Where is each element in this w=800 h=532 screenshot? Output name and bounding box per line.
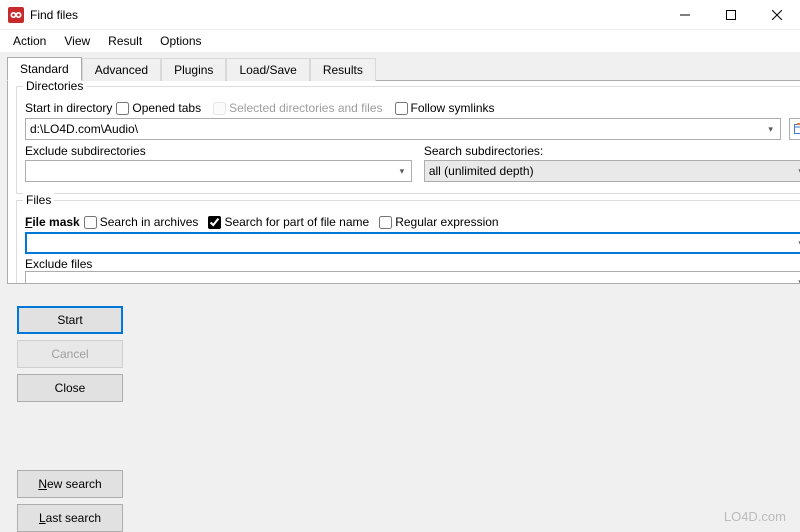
start-in-directory-label: Start in directory bbox=[25, 101, 112, 115]
start-directory-combo[interactable]: ▾ bbox=[25, 118, 781, 140]
cancel-button: Cancel bbox=[17, 340, 123, 368]
follow-symlinks-checkbox[interactable]: Follow symlinks bbox=[395, 101, 495, 115]
exclude-subdirs-input[interactable] bbox=[26, 161, 393, 181]
exclude-files-label: Exclude files bbox=[25, 257, 92, 271]
group-directories-label: Directories bbox=[23, 80, 86, 93]
group-directories: Directories Start in directory Opened ta… bbox=[16, 86, 800, 194]
menu-result[interactable]: Result bbox=[101, 32, 149, 50]
selected-dirs-checkbox: Selected directories and files bbox=[213, 101, 382, 115]
menu-view[interactable]: View bbox=[57, 32, 97, 50]
chevron-down-icon[interactable]: ▾ bbox=[792, 277, 800, 285]
file-mask-label: File mask bbox=[25, 215, 80, 229]
window-title: Find files bbox=[30, 8, 78, 22]
tab-plugins[interactable]: Plugins bbox=[161, 58, 226, 81]
last-search-button[interactable]: Last search bbox=[17, 504, 123, 532]
minimize-button[interactable] bbox=[662, 0, 708, 30]
new-search-button[interactable]: New search bbox=[17, 470, 123, 498]
menu-action[interactable]: Action bbox=[6, 32, 53, 50]
menu-options[interactable]: Options bbox=[153, 32, 208, 50]
app-icon bbox=[8, 7, 24, 23]
search-subdirs-label: Search subdirectories: bbox=[424, 144, 800, 158]
chevron-down-icon[interactable]: ▾ bbox=[792, 166, 800, 177]
side-panel: Start Cancel Close New search Last searc… bbox=[7, 284, 135, 532]
chevron-down-icon[interactable]: ▾ bbox=[792, 238, 800, 249]
start-directory-input[interactable] bbox=[26, 119, 762, 139]
exclude-files-input[interactable] bbox=[26, 272, 792, 284]
search-archives-checkbox[interactable]: Search in archives bbox=[84, 215, 199, 229]
search-part-checkbox[interactable]: Search for part of file name bbox=[208, 215, 369, 229]
tab-results[interactable]: Results bbox=[310, 58, 376, 81]
group-files-label: Files bbox=[23, 193, 54, 207]
title-bar: Find files bbox=[0, 0, 800, 30]
tab-loadsave[interactable]: Load/Save bbox=[226, 58, 309, 81]
search-subdirs-value[interactable] bbox=[425, 161, 792, 181]
exclude-subdirs-label: Exclude subdirectories bbox=[25, 144, 412, 158]
opened-tabs-checkbox[interactable]: Opened tabs bbox=[116, 101, 201, 115]
chevron-down-icon[interactable]: ▾ bbox=[393, 166, 411, 177]
tab-strip: Standard Advanced Plugins Load/Save Resu… bbox=[7, 56, 800, 80]
tab-standard[interactable]: Standard bbox=[7, 57, 82, 81]
exclude-subdirs-combo[interactable]: ▾ bbox=[25, 160, 412, 182]
file-mask-combo[interactable]: ▾ bbox=[25, 232, 800, 254]
file-mask-input[interactable] bbox=[26, 233, 792, 253]
search-subdirs-combo[interactable]: ▾ bbox=[424, 160, 800, 182]
menu-bar: Action View Result Options bbox=[0, 30, 800, 52]
maximize-button[interactable] bbox=[708, 0, 754, 30]
close-button[interactable] bbox=[754, 0, 800, 30]
files-regex-checkbox[interactable]: Regular expression bbox=[379, 215, 498, 229]
group-files: Files File mask Search in archives Searc… bbox=[16, 200, 800, 284]
start-button[interactable]: Start bbox=[17, 306, 123, 334]
window-controls bbox=[662, 0, 800, 30]
close-dialog-button[interactable]: Close bbox=[17, 374, 123, 402]
chevron-down-icon[interactable]: ▾ bbox=[762, 124, 780, 135]
watermark: LO4D.com bbox=[724, 509, 786, 524]
tab-advanced[interactable]: Advanced bbox=[82, 58, 161, 81]
browse-directory-button[interactable] bbox=[789, 118, 800, 140]
exclude-files-combo[interactable]: ▾ bbox=[25, 271, 800, 284]
tab-page-standard: Directories Start in directory Opened ta… bbox=[7, 80, 800, 284]
